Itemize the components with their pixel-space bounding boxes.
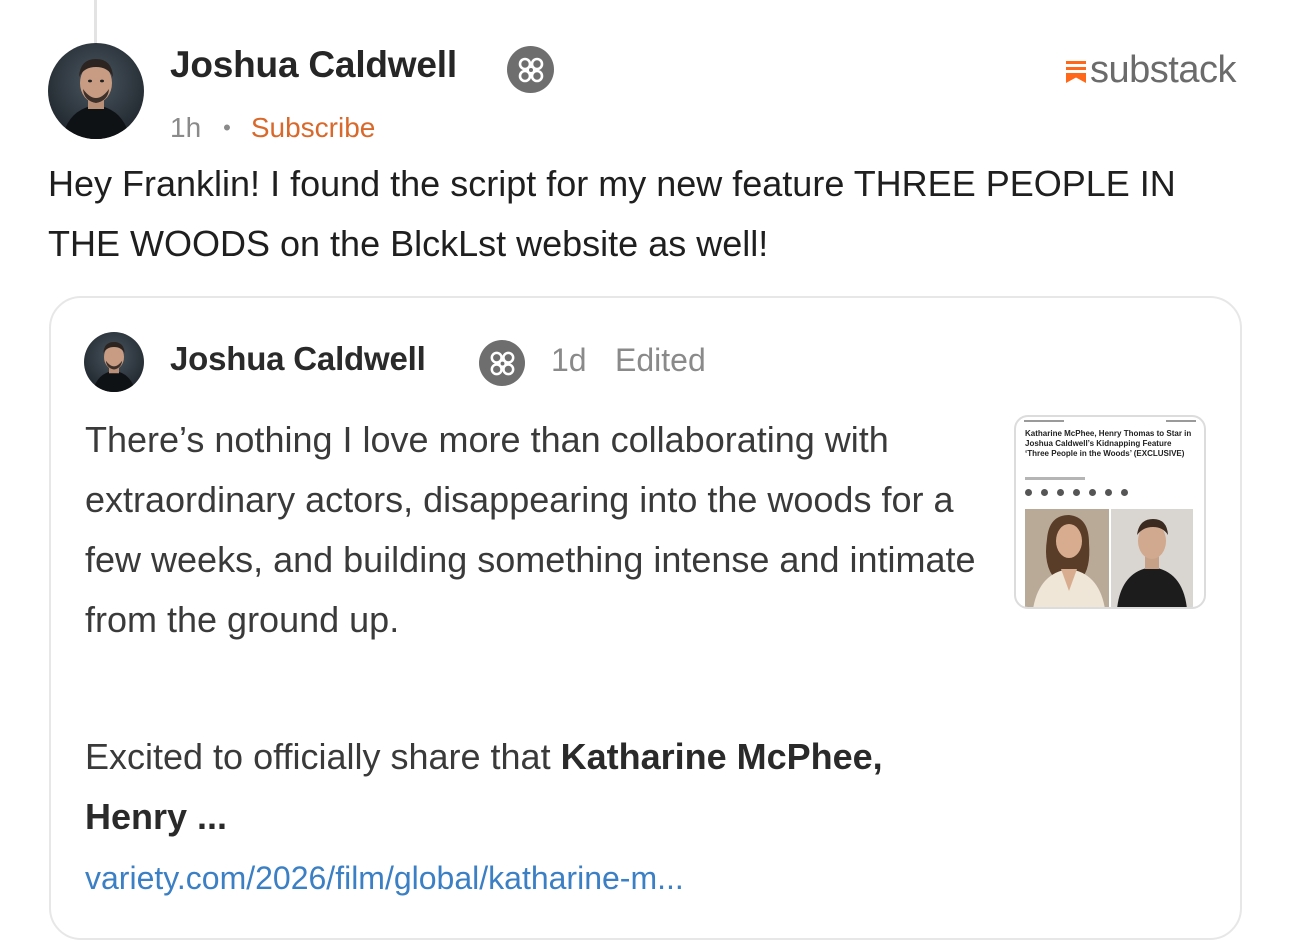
thumbnail-share-icons (1025, 489, 1128, 496)
avatar-photo (48, 43, 144, 139)
subscribe-link[interactable]: Subscribe (251, 112, 376, 144)
note-page: Joshua Caldwell 1h • Subscribe substack … (0, 0, 1290, 940)
post-body: Hey Franklin! I found the script for my … (48, 163, 1176, 264)
avatar-photo (84, 332, 144, 392)
meta-separator: • (223, 115, 231, 140)
thumbnail-photo-left (1025, 509, 1109, 607)
article-thumbnail[interactable]: Katharine McPhee, Henry Thomas to Star i… (1014, 415, 1206, 609)
substack-brand[interactable]: substack (1066, 48, 1236, 92)
author-avatar[interactable] (48, 43, 144, 139)
quoted-paragraph-2: Excited to officially share that Kathari… (85, 727, 965, 847)
post-time: 1h (170, 112, 202, 143)
quoted-paragraph-1: There’s nothing I love more than collabo… (85, 419, 976, 640)
author-name[interactable]: Joshua Caldwell (170, 44, 457, 86)
quoted-author-name[interactable]: Joshua Caldwell (170, 340, 426, 378)
quoted-paragraph-2-lead: Excited to officially share that (85, 736, 561, 777)
edited-label: Edited (615, 342, 706, 378)
substack-logo-icon (1066, 61, 1086, 83)
flower-badge-icon (507, 46, 554, 93)
thumbnail-byline (1025, 477, 1085, 480)
article-link[interactable]: variety.com/2026/film/global/katharine-m… (85, 860, 684, 897)
thumbnail-header-bar (1024, 420, 1196, 424)
quoted-time: 1d (551, 342, 587, 378)
thumbnail-photo-right (1111, 509, 1193, 607)
quoted-author-avatar[interactable] (84, 332, 144, 392)
thumbnail-headline: Katharine McPhee, Henry Thomas to Star i… (1025, 429, 1192, 458)
thread-connector-line (94, 0, 97, 44)
post-meta: 1h • Subscribe (170, 110, 375, 146)
brand-name: substack (1090, 48, 1236, 91)
flower-badge-icon (479, 340, 525, 386)
